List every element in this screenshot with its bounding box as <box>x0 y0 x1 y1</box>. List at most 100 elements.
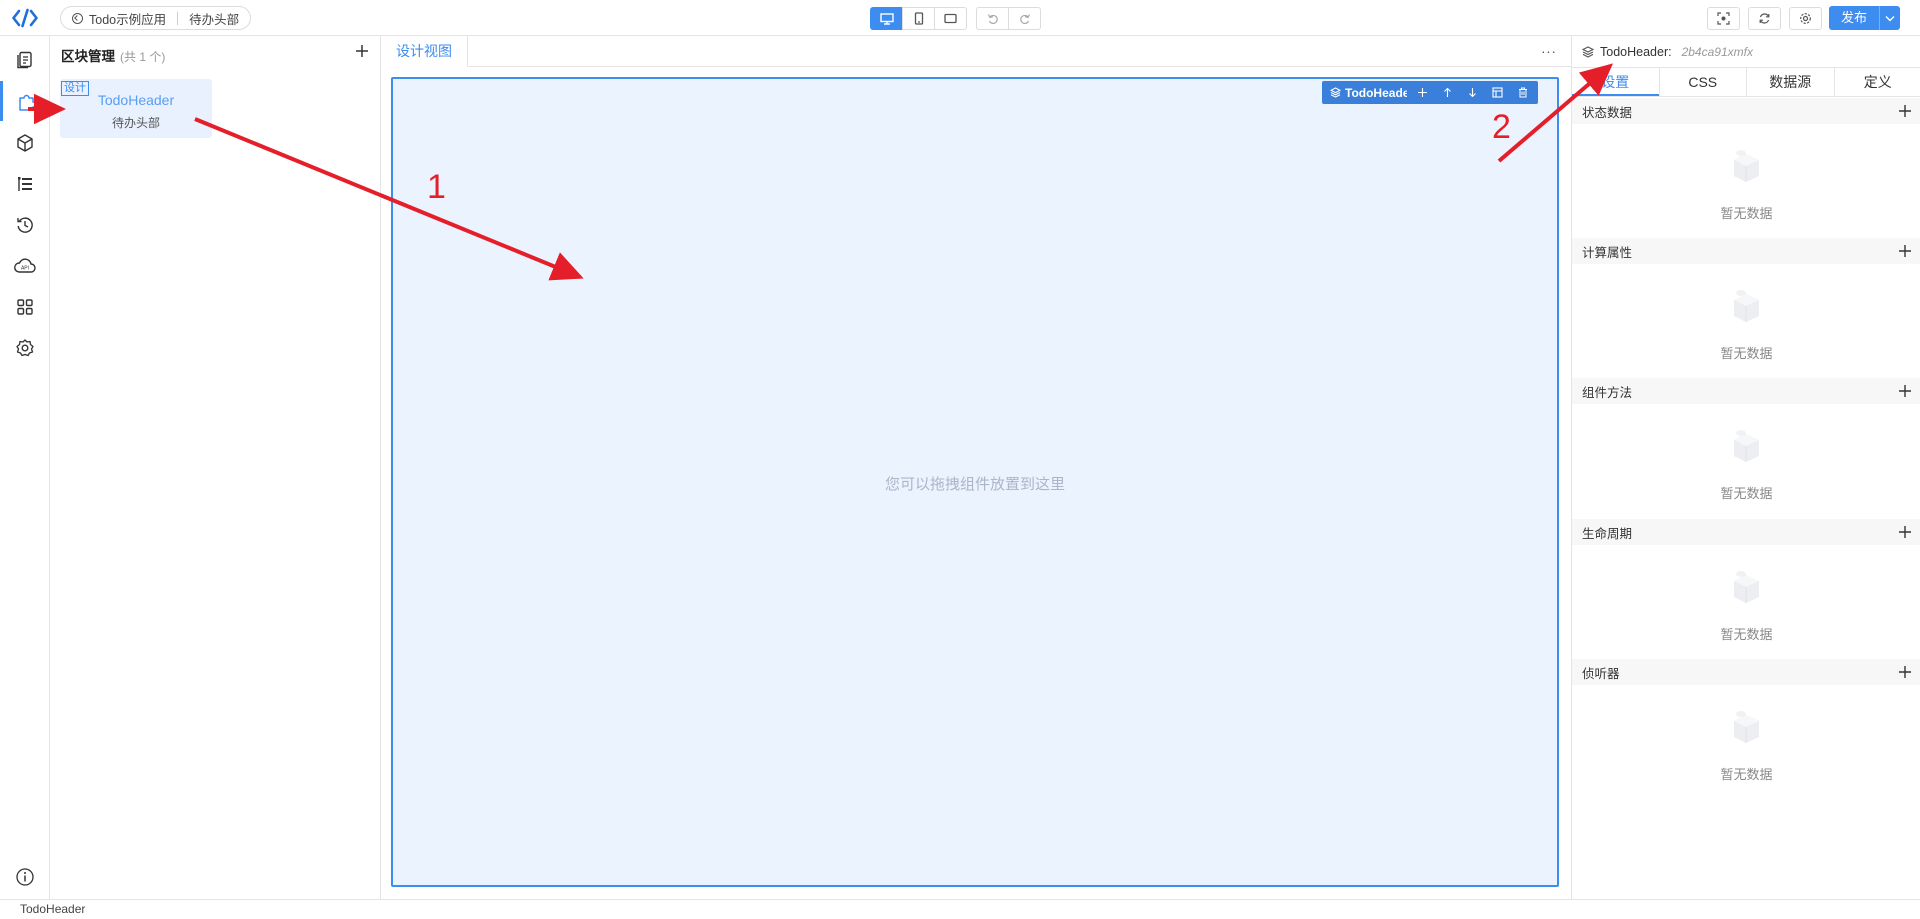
pages-icon <box>17 51 32 69</box>
tab-css[interactable]: CSS <box>1658 68 1747 96</box>
empty-text: 暂无数据 <box>1720 767 1773 782</box>
layers-icon <box>1330 87 1341 98</box>
undo-button[interactable] <box>976 7 1009 30</box>
toolbar-right <box>1707 7 1822 30</box>
rail-outline[interactable] <box>0 164 50 204</box>
preferences-button[interactable] <box>1789 7 1822 30</box>
rail-blocks[interactable] <box>0 81 50 121</box>
block-card[interactable]: 设计 TodoHeader 待办头部 <box>60 79 212 138</box>
add-icon[interactable] <box>1898 104 1912 118</box>
section-title: 侦听器 <box>1582 666 1620 681</box>
properties-tabs: 设置 CSS 数据源 定义 <box>1572 67 1920 97</box>
undo-icon <box>987 13 998 24</box>
redo-button[interactable] <box>1008 7 1041 30</box>
section-header: 计算属性 <box>1572 238 1920 264</box>
rail-api[interactable]: API <box>0 246 50 286</box>
add-child-button[interactable] <box>1410 81 1435 104</box>
api-cloud-icon: API <box>14 258 36 273</box>
tablet-icon <box>944 13 957 24</box>
arrow-down-icon <box>1469 88 1476 98</box>
publish-dropdown-button[interactable] <box>1879 6 1901 30</box>
section-header: 状态数据 <box>1572 98 1920 124</box>
breadcrumb-app[interactable]: Todo示例应用 <box>89 9 166 28</box>
trash-icon <box>1518 87 1527 98</box>
mobile-icon <box>914 12 923 25</box>
empty-state: 暂无数据 <box>1572 124 1920 238</box>
tablet-view-button[interactable] <box>934 7 967 30</box>
more-options-button[interactable]: ··· <box>1541 43 1557 59</box>
mobile-view-button[interactable] <box>902 7 935 30</box>
redo-icon <box>1019 13 1030 24</box>
properties-panel: TodoHeader: 2b4ca91xmfx 设置 CSS 数据源 定义 状态… <box>1571 36 1920 899</box>
section-header: 生命周期 <box>1572 519 1920 545</box>
section-methods: 组件方法 暂无数据 <box>1572 378 1920 518</box>
empty-box-icon <box>1734 290 1759 322</box>
panel-title: 区块管理 (共 1 个) <box>61 45 165 65</box>
component-name: TodoHeader: <box>1600 44 1672 59</box>
add-icon[interactable] <box>1898 384 1912 398</box>
block-label: 待办头部 <box>111 116 160 130</box>
settings-icon <box>16 339 34 357</box>
empty-state: 暂无数据 <box>1572 404 1920 518</box>
annotation-label-1: 1 <box>427 168 446 206</box>
rail-settings[interactable] <box>0 328 50 368</box>
canvas-action-bar <box>1407 81 1538 104</box>
tab-design-view[interactable]: 设计视图 <box>381 36 468 67</box>
empty-state: 暂无数据 <box>1572 264 1920 378</box>
plus-icon <box>1418 88 1427 97</box>
section-header: 组件方法 <box>1572 378 1920 404</box>
add-icon[interactable] <box>1898 665 1912 679</box>
block-management-panel: 区块管理 (共 1 个) 设计 TodoHeader 待办头部 <box>50 36 381 899</box>
tab-settings[interactable]: 设置 <box>1572 68 1659 96</box>
rail-components[interactable] <box>0 123 50 163</box>
section-title: 状态数据 <box>1582 105 1633 120</box>
breadcrumb[interactable]: Todo示例应用 待办头部 <box>60 6 252 30</box>
code-logo-icon[interactable] <box>12 8 38 28</box>
layout-button[interactable] <box>1485 81 1510 104</box>
breadcrumb-divider <box>177 11 179 25</box>
section-state: 状态数据 暂无数据 <box>1572 98 1920 238</box>
desktop-view-button[interactable] <box>870 7 903 30</box>
screenshot-button[interactable] <box>1707 7 1740 30</box>
breadcrumb-page[interactable]: 待办头部 <box>189 9 239 28</box>
add-block-icon[interactable] <box>354 43 370 59</box>
rail-history[interactable] <box>0 205 50 245</box>
info-icon <box>16 868 34 886</box>
status-bar: TodoHeader <box>0 899 1920 919</box>
canvas-area: 设计视图 ··· 您可以拖拽组件放置到这里 TodoHeader <box>381 36 1571 899</box>
layout-icon <box>1492 87 1503 98</box>
chevron-down-icon <box>1885 15 1895 21</box>
section-title: 生命周期 <box>1582 526 1633 541</box>
empty-text: 暂无数据 <box>1720 346 1773 361</box>
add-icon[interactable] <box>1898 244 1912 258</box>
empty-box-icon <box>1734 571 1759 603</box>
refresh-button[interactable] <box>1748 7 1781 30</box>
empty-state: 暂无数据 <box>1572 545 1920 659</box>
top-bar: Todo示例应用 待办头部 发布 <box>0 0 1920 36</box>
back-icon[interactable] <box>72 12 83 24</box>
publish-button[interactable]: 发布 <box>1829 6 1880 30</box>
screenshot-icon <box>1717 12 1730 25</box>
empty-state: 暂无数据 <box>1572 685 1920 799</box>
selected-block-name: TodoHeader <box>1345 85 1415 100</box>
move-down-button[interactable] <box>1460 81 1485 104</box>
tab-datasource[interactable]: 数据源 <box>1746 68 1834 96</box>
device-switcher <box>870 7 967 30</box>
move-up-button[interactable] <box>1435 81 1460 104</box>
tab-definition[interactable]: 定义 <box>1833 68 1920 96</box>
delete-button[interactable] <box>1510 81 1535 104</box>
rail-pages[interactable] <box>0 40 50 80</box>
design-canvas[interactable]: 您可以拖拽组件放置到这里 TodoHeader <box>391 77 1559 887</box>
block-icon <box>18 94 36 111</box>
rail-apps[interactable] <box>0 287 50 327</box>
section-title: 组件方法 <box>1582 385 1633 400</box>
section-computed: 计算属性 暂无数据 <box>1572 238 1920 378</box>
rail-info[interactable] <box>0 857 50 897</box>
block-name: TodoHeader <box>97 92 175 108</box>
arrow-up-icon <box>1444 87 1451 97</box>
layers-icon <box>1582 45 1594 58</box>
empty-box-icon <box>1734 150 1759 182</box>
add-icon[interactable] <box>1898 525 1912 539</box>
section-title: 计算属性 <box>1582 245 1633 260</box>
panel-title-text: 区块管理 <box>61 49 115 64</box>
